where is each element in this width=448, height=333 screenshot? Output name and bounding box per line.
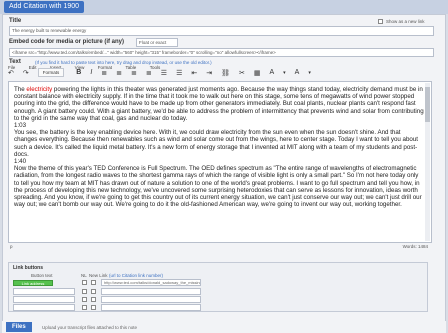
highlighted-word: electricity xyxy=(26,86,53,93)
link-url-input-4[interactable] xyxy=(101,304,201,311)
float-select[interactable]: Float or exact xyxy=(136,38,178,47)
outdent-icon[interactable]: ⇤ xyxy=(191,69,197,77)
numbered-list-icon[interactable]: ☰ xyxy=(176,69,182,77)
link-url-input-3[interactable] xyxy=(101,296,201,303)
link-button-1[interactable]: Link address xyxy=(13,280,53,286)
editor-paragraph: Now the theme of this year's TED Confere… xyxy=(14,165,422,209)
link-button-input-2[interactable] xyxy=(13,288,75,295)
image-icon[interactable]: ▦ xyxy=(254,69,261,77)
chevron-down-icon[interactable]: ▾ xyxy=(308,70,311,76)
bullet-list-icon[interactable]: ☰ xyxy=(161,69,167,77)
scrollbar-thumb[interactable] xyxy=(425,87,430,122)
files-tab[interactable]: Files xyxy=(6,322,32,332)
element-path: p xyxy=(10,244,13,249)
title-label: Title xyxy=(9,18,22,24)
align-justify-icon[interactable]: ≣ xyxy=(146,69,152,77)
editor-toolbar: ↶ ↷ Formats B I ≣ ≣ ≣ ≣ ☰ ☰ ⇤ ⇥ ⛓ ✂ ▦ A … xyxy=(8,66,428,79)
text-color-icon[interactable]: A xyxy=(269,69,274,76)
embed-code-label: Embed code for media or picture (if any) xyxy=(9,39,125,45)
col-new-link: New Link xyxy=(89,273,108,278)
show-as-new-link-checkbox[interactable] xyxy=(378,19,383,24)
indent-icon[interactable]: ⇥ xyxy=(206,69,212,77)
title-input[interactable]: The energy built to renewable energy xyxy=(9,26,434,36)
align-center-icon[interactable]: ≣ xyxy=(116,69,122,77)
redo-icon[interactable]: ↷ xyxy=(23,69,29,77)
files-hint: Upload your transcript files attached to… xyxy=(42,325,138,330)
align-right-icon[interactable]: ≣ xyxy=(131,69,137,77)
editor-statusbar: p Words: 1484 xyxy=(8,244,432,252)
undo-icon[interactable]: ↶ xyxy=(8,69,14,77)
nl-checkbox-2[interactable] xyxy=(82,289,87,294)
dialog-titlebar: Add Citation with 1900 xyxy=(0,0,448,14)
word-count: Words: 1484 xyxy=(402,244,428,249)
link-url-input-1[interactable]: http://www.ted.com/talks/donald_sadoway_… xyxy=(101,279,201,286)
editor-timestamp: 1:03 xyxy=(14,122,27,130)
col-nl: NL xyxy=(81,273,87,278)
link-icon[interactable]: ⛓ xyxy=(221,69,230,77)
editor-paragraph: You see, the battery is the key enabling… xyxy=(14,129,419,158)
editor-menubar: File Edit Insert View Format Table Tools xyxy=(8,56,428,70)
link-button-input-3[interactable] xyxy=(13,296,75,303)
rich-text-editor[interactable]: The electricity powering the lights in t… xyxy=(8,81,432,243)
show-as-new-link-label: Show as a new link xyxy=(386,19,425,24)
chevron-down-icon[interactable]: ▾ xyxy=(283,70,286,76)
unlink-icon[interactable]: ✂ xyxy=(239,69,245,77)
nl-checkbox-4[interactable] xyxy=(82,305,87,310)
nl-checkbox-3[interactable] xyxy=(82,297,87,302)
formats-dropdown[interactable]: Formats xyxy=(37,68,65,77)
link-buttons-section: Link buttons Button text NL New Link (ur… xyxy=(8,262,428,312)
link-buttons-label: Link buttons xyxy=(13,265,43,271)
col-button-text: Button text xyxy=(31,273,53,278)
bold-icon[interactable]: B xyxy=(76,69,81,76)
editor-timestamp: 1:40 xyxy=(14,158,27,166)
new-link-checkbox-1[interactable] xyxy=(91,280,96,285)
link-button-input-4[interactable] xyxy=(13,304,75,311)
new-link-checkbox-2[interactable] xyxy=(91,289,96,294)
link-url-input-2[interactable] xyxy=(101,288,201,295)
italic-icon[interactable]: I xyxy=(90,69,92,76)
nl-checkbox-1[interactable] xyxy=(82,280,87,285)
new-link-checkbox-4[interactable] xyxy=(91,305,96,310)
new-link-checkbox-3[interactable] xyxy=(91,297,96,302)
dialog-title: Add Citation with 1900 xyxy=(4,1,85,13)
editor-paragraph: The electricity powering the lights in t… xyxy=(14,86,424,122)
align-left-icon[interactable]: ≣ xyxy=(101,69,107,77)
files-bar: Files Upload your transcript files attac… xyxy=(2,321,446,333)
col-hint: (url to Citation link number) xyxy=(109,273,164,278)
bg-color-icon[interactable]: A xyxy=(295,69,300,76)
editor-scrollbar[interactable] xyxy=(425,83,430,241)
